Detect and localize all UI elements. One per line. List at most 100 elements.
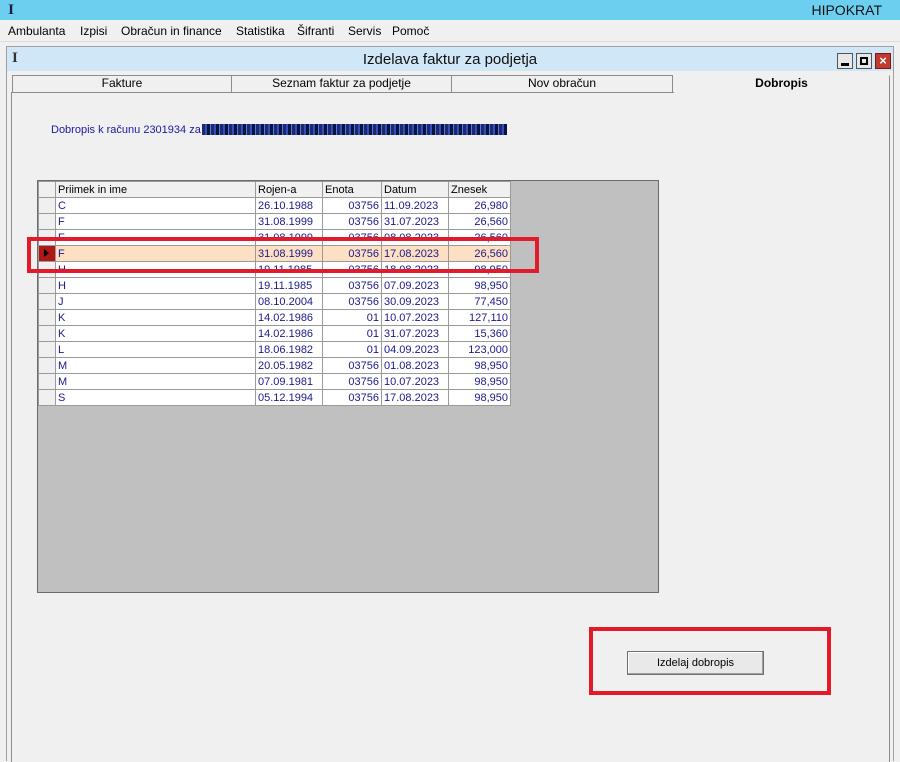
menu-bar: Ambulanta Izpisi Obračun in finance Stat…	[0, 20, 900, 42]
app-logo-icon: I	[8, 2, 14, 18]
window-title: Izdelava faktur za podjetja	[362, 51, 538, 68]
cell-unit: 01	[322, 341, 382, 358]
invoice-window: I Izdelava faktur za podjetja × Fakture …	[6, 46, 894, 762]
cell-name: K	[55, 325, 256, 342]
tab-divider	[11, 92, 674, 93]
cell-amount: 98,950	[448, 277, 511, 294]
cell-born: 18.06.1982	[255, 341, 323, 358]
minimize-icon	[841, 63, 849, 66]
row-indicator[interactable]	[38, 213, 56, 230]
col-header-born[interactable]: Rojen-a	[255, 181, 323, 198]
cell-born: 14.02.1986	[255, 309, 323, 326]
table-row[interactable]: F 31.08.1999 03756 31.07.2023 26,560	[38, 213, 511, 230]
tab-seznam-faktur[interactable]: Seznam faktur za podjetje	[231, 75, 452, 92]
menu-pomoc[interactable]: Pomoč	[392, 23, 429, 39]
cell-unit: 03756	[322, 357, 382, 374]
maximize-button[interactable]	[856, 53, 872, 69]
close-icon: ×	[879, 53, 887, 68]
cell-amount: 98,950	[448, 357, 511, 374]
cell-amount: 98,950	[448, 373, 511, 390]
cell-date: 10.07.2023	[381, 373, 449, 390]
cell-unit: 01	[322, 309, 382, 326]
col-header-unit[interactable]: Enota	[322, 181, 382, 198]
cell-amount: 127,110	[448, 309, 511, 326]
grid-table: Priimek in ime Rojen-a Enota Datum Znese…	[38, 181, 511, 406]
header-indicator	[38, 181, 56, 198]
table-row[interactable]: C 26.10.1988 03756 11.09.2023 26,980	[38, 197, 511, 214]
highlight-create-button	[589, 627, 831, 695]
cell-unit: 03756	[322, 277, 382, 294]
tab-dobropis[interactable]: Dobropis	[673, 75, 890, 92]
cell-name: C	[55, 197, 256, 214]
cell-born: 14.02.1986	[255, 325, 323, 342]
cell-amount: 123,000	[448, 341, 511, 358]
app-title: HIPOKRAT	[811, 2, 882, 18]
cell-date: 17.08.2023	[381, 389, 449, 406]
cell-date: 04.09.2023	[381, 341, 449, 358]
cell-born: 31.08.1999	[255, 213, 323, 230]
content-frame-right	[889, 92, 890, 762]
tab-fakture[interactable]: Fakture	[12, 75, 232, 92]
cell-amount: 98,950	[448, 389, 511, 406]
cell-date: 10.07.2023	[381, 309, 449, 326]
cell-date: 31.07.2023	[381, 325, 449, 342]
row-indicator[interactable]	[38, 309, 56, 326]
cell-amount: 26,560	[448, 213, 511, 230]
cell-name: M	[55, 373, 256, 390]
col-header-date[interactable]: Datum	[381, 181, 449, 198]
menu-statistika[interactable]: Statistika	[236, 23, 285, 39]
cell-name: J	[55, 293, 256, 310]
close-button[interactable]: ×	[875, 53, 891, 69]
cell-amount: 77,450	[448, 293, 511, 310]
table-row[interactable]: J 08.10.2004 03756 30.09.2023 77,450	[38, 293, 511, 310]
col-header-name[interactable]: Priimek in ime	[55, 181, 256, 198]
cell-unit: 03756	[322, 197, 382, 214]
minimize-button[interactable]	[837, 53, 853, 69]
row-indicator[interactable]	[38, 389, 56, 406]
table-row[interactable]: S 05.12.1994 03756 17.08.2023 98,950	[38, 389, 511, 406]
menu-servis[interactable]: Servis	[348, 23, 381, 39]
cell-name: F	[55, 213, 256, 230]
row-indicator[interactable]	[38, 325, 56, 342]
row-indicator[interactable]	[38, 357, 56, 374]
cell-name: H	[55, 277, 256, 294]
row-indicator[interactable]	[38, 277, 56, 294]
table-row[interactable]: K 14.02.1986 01 31.07.2023 15,360	[38, 325, 511, 342]
table-row[interactable]: L 18.06.1982 01 04.09.2023 123,000	[38, 341, 511, 358]
redacted-company-name	[202, 124, 507, 135]
row-indicator[interactable]	[38, 293, 56, 310]
row-indicator[interactable]	[38, 197, 56, 214]
col-header-amount[interactable]: Znesek	[448, 181, 511, 198]
content-frame-left	[11, 92, 12, 762]
cell-born: 26.10.1988	[255, 197, 323, 214]
table-row[interactable]: H 19.11.1985 03756 07.09.2023 98,950	[38, 277, 511, 294]
cell-date: 11.09.2023	[381, 197, 449, 214]
cell-name: M	[55, 357, 256, 374]
cell-date: 30.09.2023	[381, 293, 449, 310]
cell-amount: 26,980	[448, 197, 511, 214]
table-row[interactable]: M 07.09.1981 03756 10.07.2023 98,950	[38, 373, 511, 390]
table-row[interactable]: M 20.05.1982 03756 01.08.2023 98,950	[38, 357, 511, 374]
menu-izpisi[interactable]: Izpisi	[80, 23, 107, 39]
cell-unit: 03756	[322, 389, 382, 406]
menu-ambulanta[interactable]: Ambulanta	[8, 23, 65, 39]
menu-sifranti[interactable]: Šifranti	[297, 23, 334, 39]
window-title-bar: I Izdelava faktur za podjetja ×	[7, 47, 893, 71]
table-row[interactable]: K 14.02.1986 01 10.07.2023 127,110	[38, 309, 511, 326]
cell-name: K	[55, 309, 256, 326]
row-indicator[interactable]	[38, 373, 56, 390]
row-indicator[interactable]	[38, 341, 56, 358]
app-title-bar: I HIPOKRAT	[0, 0, 900, 20]
grid-header-row: Priimek in ime Rojen-a Enota Datum Znese…	[38, 181, 511, 198]
cell-unit: 03756	[322, 213, 382, 230]
cell-unit: 01	[322, 325, 382, 342]
cell-born: 20.05.1982	[255, 357, 323, 374]
menu-obracun-in-finance[interactable]: Obračun in finance	[121, 23, 222, 39]
tab-nov-obracun[interactable]: Nov obračun	[451, 75, 673, 92]
cell-born: 08.10.2004	[255, 293, 323, 310]
credit-note-info: Dobropis k računu 2301934 za	[51, 124, 201, 136]
cell-date: 07.09.2023	[381, 277, 449, 294]
maximize-icon	[860, 57, 868, 65]
cell-name: S	[55, 389, 256, 406]
cell-unit: 03756	[322, 373, 382, 390]
